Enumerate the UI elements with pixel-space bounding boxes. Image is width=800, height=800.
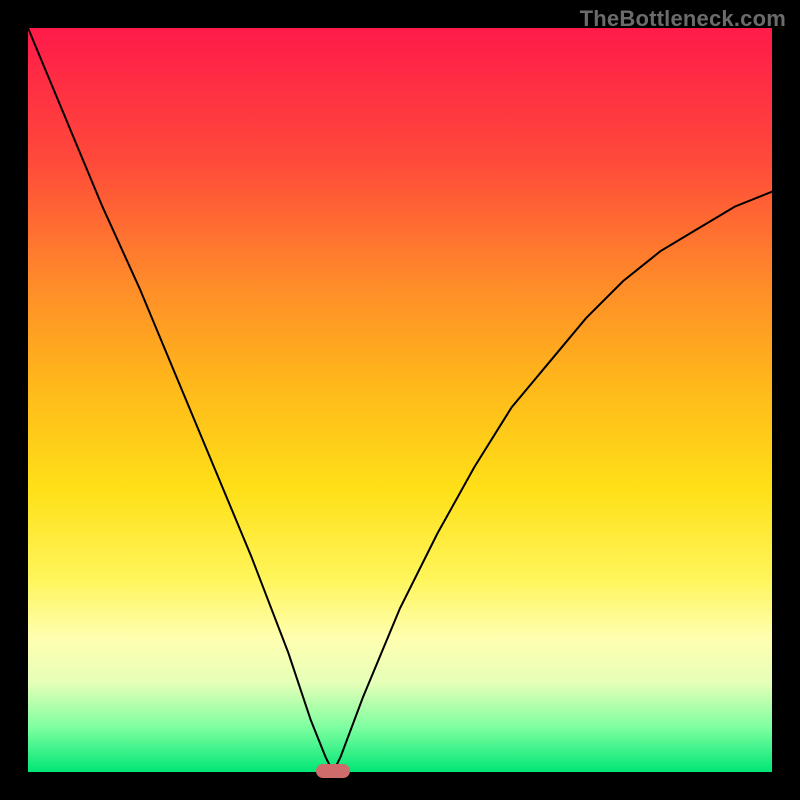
- watermark-text: TheBottleneck.com: [580, 6, 786, 32]
- chart-frame: TheBottleneck.com: [0, 0, 800, 800]
- optimal-marker: [316, 764, 350, 778]
- plot-area: [28, 28, 772, 772]
- bottleneck-curve: [28, 28, 772, 772]
- curve-svg: [28, 28, 772, 772]
